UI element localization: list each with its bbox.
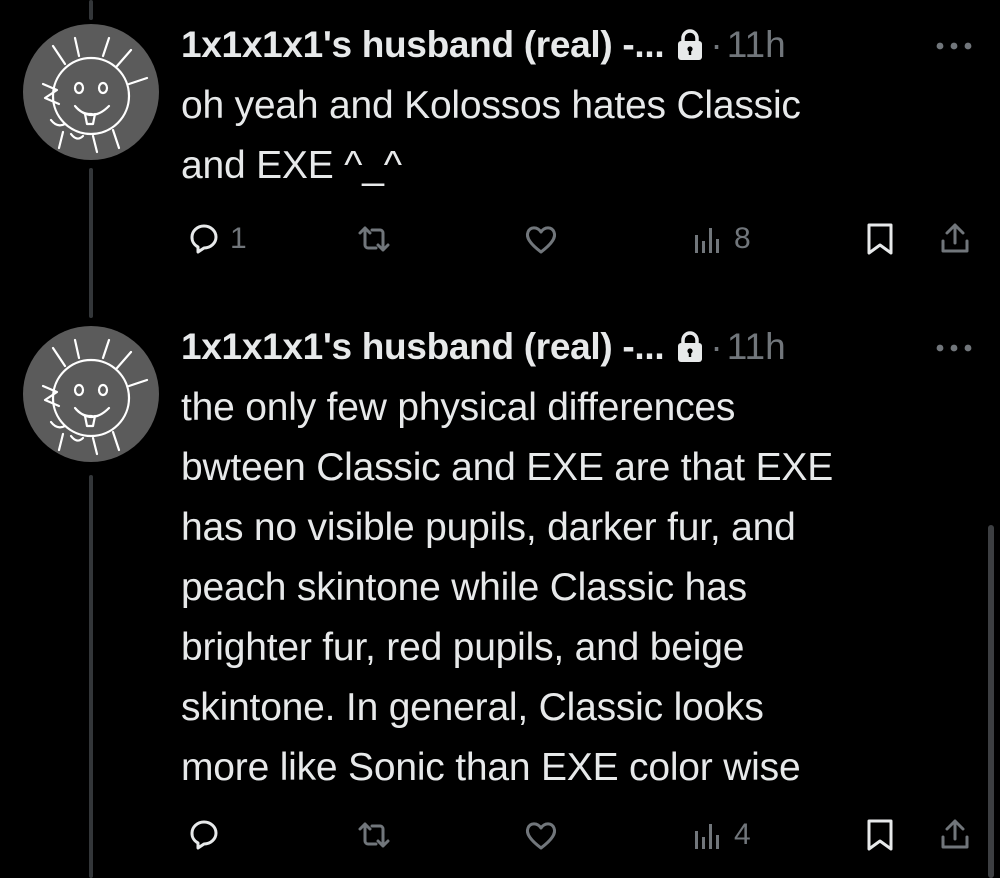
tweet-text-line: has no visible pupils, darker fur, and (181, 506, 796, 549)
views-count: 8 (734, 222, 751, 255)
timestamp[interactable]: 11h (727, 24, 786, 66)
views-icon (690, 221, 726, 257)
tweet[interactable]: 1x1x1x1's husband (real) -... · 11h oh y… (0, 0, 1000, 310)
share-icon (937, 221, 973, 257)
scrollbar[interactable] (988, 525, 994, 878)
more-icon[interactable] (934, 38, 974, 54)
tweet-header: 1x1x1x1's husband (real) -... · 11h (181, 22, 786, 68)
bookmark-icon (862, 221, 898, 257)
tweet-text-line: brighter fur, red pupils, and beige (181, 626, 745, 669)
bookmark-icon (862, 817, 898, 853)
reply-icon (186, 221, 222, 257)
share-icon (937, 817, 973, 853)
like-icon (523, 221, 559, 257)
retweet-button[interactable] (356, 214, 392, 264)
tweet-text-line: more like Sonic than EXE color wise (181, 746, 801, 789)
lock-icon (676, 28, 704, 62)
reply-count: 1 (230, 222, 247, 255)
reply-button[interactable]: 1 (186, 214, 247, 264)
more-icon[interactable] (934, 340, 974, 356)
retweet-button[interactable] (356, 810, 392, 860)
views-button[interactable]: 4 (690, 810, 751, 860)
share-button[interactable] (937, 214, 973, 264)
avatar[interactable] (23, 24, 159, 160)
like-button[interactable] (523, 810, 559, 860)
bookmark-button[interactable] (862, 810, 898, 860)
reply-icon (186, 817, 222, 853)
views-button[interactable]: 8 (690, 214, 751, 264)
tweet-actions: 1 8 (0, 214, 1000, 264)
like-icon (523, 817, 559, 853)
retweet-icon (356, 817, 392, 853)
retweet-icon (356, 221, 392, 257)
display-name[interactable]: 1x1x1x1's husband (real) -... (181, 326, 665, 368)
timestamp[interactable]: 11h (727, 326, 786, 368)
tweet-text-line: skintone. In general, Classic looks (181, 686, 764, 729)
tweet-text: the only few physical differences bwteen… (181, 378, 981, 798)
tweet-text-line: bwteen Classic and EXE are that EXE (181, 446, 834, 489)
tweet-text-line: the only few physical differences (181, 386, 736, 429)
reply-button[interactable] (186, 810, 230, 860)
share-button[interactable] (937, 810, 973, 860)
tweet-header: 1x1x1x1's husband (real) -... · 11h (181, 324, 786, 370)
tweet[interactable]: 1x1x1x1's husband (real) -... · 11h the … (0, 310, 1000, 878)
tweet-actions: 4 (0, 810, 1000, 860)
tweet-text-line: oh yeah and Kolossos hates Classic (181, 84, 801, 127)
separator: · (710, 326, 723, 367)
views-icon (690, 817, 726, 853)
tweet-text: oh yeah and Kolossos hates Classic and E… (181, 76, 981, 196)
views-count: 4 (734, 818, 751, 851)
like-button[interactable] (523, 214, 559, 264)
display-name[interactable]: 1x1x1x1's husband (real) -... (181, 24, 665, 66)
separator: · (710, 24, 723, 65)
bookmark-button[interactable] (862, 214, 898, 264)
lock-icon (676, 330, 704, 364)
tweet-text-line: and EXE ^_^ (181, 144, 402, 187)
avatar[interactable] (23, 326, 159, 462)
tweet-text-line: peach skintone while Classic has (181, 566, 747, 609)
